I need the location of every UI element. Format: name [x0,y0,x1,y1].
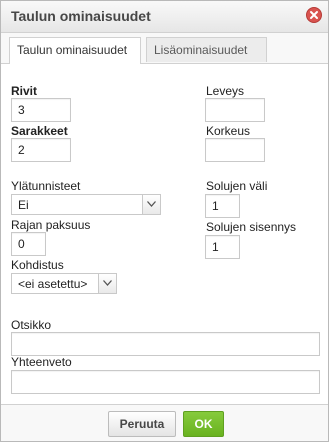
chevron-down-icon [98,274,116,293]
rows-label: Rivit [11,84,38,98]
table-properties-dialog: Taulun ominaisuudet Taulun ominaisuudet … [0,0,329,442]
headers-label: Ylätunnisteet [11,179,81,193]
summary-input[interactable] [11,370,320,394]
close-icon[interactable] [306,7,322,23]
width-label: Leveys [206,84,245,98]
width-input[interactable] [205,98,265,122]
caption-label: Otsikko [11,318,52,332]
dialog-title: Taulun ominaisuudet [11,8,151,24]
ok-button[interactable]: OK [183,411,224,437]
columns-input[interactable] [11,138,71,162]
cell-spacing-input[interactable] [205,194,240,218]
cell-spacing-label: Solujen väli [206,179,268,193]
cell-padding-label: Solujen sisennys [206,220,297,234]
border-size-label: Rajan paksuus [11,218,91,232]
cell-padding-input[interactable] [205,235,240,259]
alignment-select[interactable]: <ei asetettu> [11,273,117,294]
headers-select[interactable]: Ei [11,194,161,215]
height-input[interactable] [205,138,265,162]
height-label: Korkeus [206,124,251,138]
border-size-input[interactable] [11,232,46,256]
alignment-selected-value: <ei asetettu> [18,277,88,291]
headers-selected-value: Ei [18,198,29,212]
tab-table-properties[interactable]: Taulun ominaisuudet [9,37,141,64]
chevron-down-icon [142,195,160,214]
summary-label: Yhteenveto [11,355,72,369]
tab-content: Rivit Sarakkeet Ylätunnisteet Ei Rajan p… [1,64,328,404]
rows-input[interactable] [11,98,71,122]
tabs-bar: Taulun ominaisuudet Lisäominaisuudet [1,33,328,64]
caption-input[interactable] [11,332,320,356]
alignment-label: Kohdistus [11,258,64,272]
tab-advanced-properties[interactable]: Lisäominaisuudet [146,37,267,62]
columns-label: Sarakkeet [11,124,68,138]
cancel-button[interactable]: Peruuta [108,411,176,437]
dialog-footer: Peruuta OK [1,404,328,441]
dialog-titlebar: Taulun ominaisuudet [1,1,328,33]
